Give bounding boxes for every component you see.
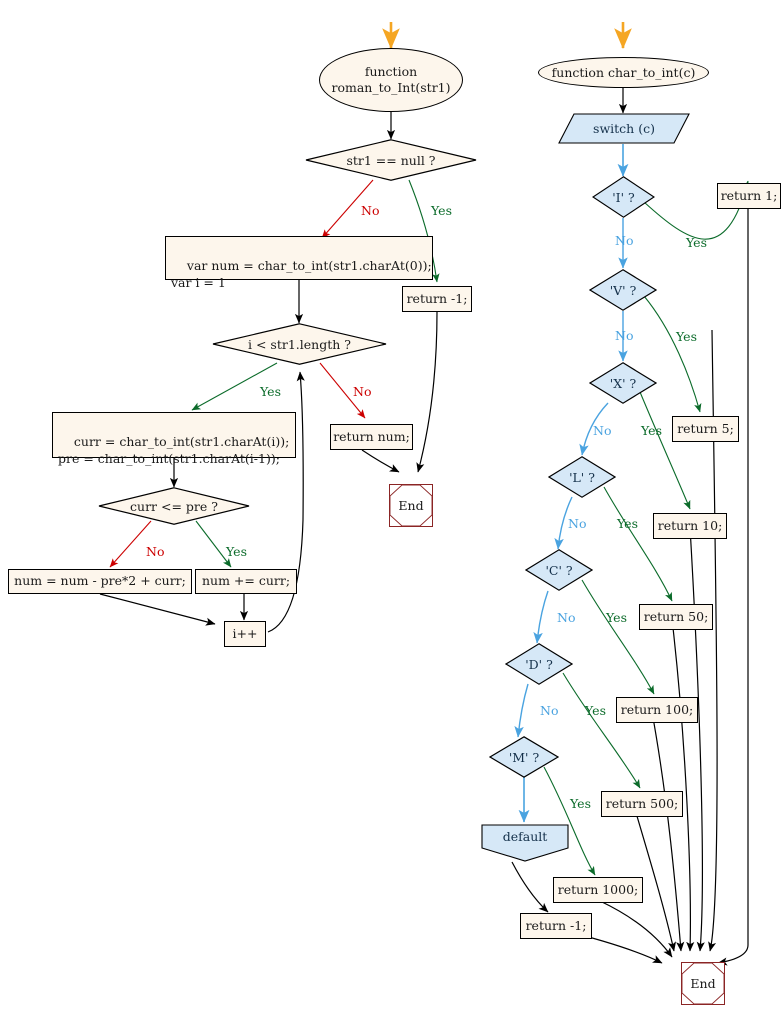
increment-block-label: i++ — [232, 625, 258, 641]
start-node-char-to-int: function char_to_int(c) — [538, 57, 709, 88]
case-diamond-X: 'X' ? — [589, 362, 657, 404]
default-node-label: default — [502, 829, 548, 844]
return-5-label: return 5; — [677, 420, 734, 436]
case-diamond-C: 'C' ? — [525, 549, 593, 591]
edge-label-right-12: Yes — [570, 796, 591, 811]
case-diamond-D-label: 'D' ? — [525, 656, 553, 672]
case-diamond-M-label: 'M' ? — [508, 749, 540, 765]
edge-label-right-11: Yes — [585, 703, 606, 718]
decision-loop-condition: i < str1.length ? — [212, 323, 387, 365]
edge-label-right-4: No — [593, 423, 612, 438]
case-diamond-L: 'L' ? — [548, 456, 616, 498]
edge-label-left-1: Yes — [431, 203, 452, 218]
end-node-right: End — [681, 962, 725, 1005]
return-minus-one-box: return -1; — [402, 286, 472, 312]
decision-curr-le-pre-label: curr <= pre ? — [130, 498, 218, 514]
default-return-label: return -1; — [525, 917, 587, 933]
add-block: num += curr; — [195, 569, 297, 594]
return-10-label: return 10; — [657, 517, 723, 533]
return-minus-one-label: return -1; — [406, 290, 468, 306]
switch-node: switch (c) — [558, 113, 690, 144]
return-num-label: return num; — [333, 428, 410, 444]
switch-node-label: switch (c) — [593, 121, 655, 136]
return-500-label: return 500; — [605, 795, 679, 811]
subtract-block: num = num - pre*2 + curr; — [8, 569, 192, 594]
decision-str1-null: str1 == null ? — [305, 139, 477, 181]
return-50-box: return 50; — [639, 604, 713, 630]
return-1000-box: return 1000; — [553, 877, 643, 903]
start-node-char-to-int-label: function char_to_int(c) — [551, 64, 696, 80]
edge-label-left-4: No — [146, 544, 165, 559]
edge-label-left-3: No — [353, 384, 372, 399]
case-diamond-V: 'V' ? — [589, 269, 657, 311]
flowchart-canvas: function roman_to_Int(str1) str1 == null… — [0, 0, 784, 1017]
edge-label-right-5: Yes — [641, 423, 662, 438]
default-return-box: return -1; — [520, 913, 592, 939]
default-node: default — [481, 824, 569, 862]
edge-label-right-7: Yes — [617, 516, 638, 531]
loop-body-block-label: curr = char_to_int(str1.charAt(i)); pre … — [58, 433, 290, 466]
start-node-roman-to-int-label: function roman_to_Int(str1) — [331, 64, 451, 95]
case-diamond-I: 'I' ? — [592, 176, 655, 218]
return-5-box: return 5; — [672, 416, 739, 442]
edge-label-right-6: No — [568, 516, 587, 531]
edge-label-left-0: No — [361, 203, 380, 218]
case-diamond-D: 'D' ? — [505, 643, 573, 685]
return-50-label: return 50; — [643, 608, 709, 624]
end-node-left-label: End — [398, 498, 424, 513]
edge-label-right-0: No — [615, 233, 634, 248]
return-100-label: return 100; — [620, 701, 694, 717]
edge-label-right-1: Yes — [686, 235, 707, 250]
return-1000-label: return 1000; — [557, 881, 639, 897]
case-diamond-V-label: 'V' ? — [609, 282, 637, 298]
case-diamond-L-label: 'L' ? — [569, 469, 595, 485]
add-block-label: num += curr; — [201, 573, 291, 589]
subtract-block-label: num = num - pre*2 + curr; — [14, 573, 186, 589]
loop-body-block: curr = char_to_int(str1.charAt(i)); pre … — [52, 412, 296, 466]
case-diamond-I-label: 'I' ? — [612, 189, 635, 205]
decision-loop-condition-label: i < str1.length ? — [248, 336, 351, 352]
edge-label-right-10: No — [540, 703, 559, 718]
start-node-roman-to-int: function roman_to_Int(str1) — [319, 48, 463, 112]
edge-label-right-3: Yes — [676, 329, 697, 344]
return-1-box: return 1; — [717, 183, 781, 209]
return-1-label: return 1; — [720, 187, 778, 203]
edge-label-right-8: No — [557, 610, 576, 625]
increment-block: i++ — [224, 621, 266, 647]
decision-str1-null-label: str1 == null ? — [346, 152, 436, 168]
case-diamond-X-label: 'X' ? — [609, 375, 637, 391]
edge-label-right-9: Yes — [606, 610, 627, 625]
case-diamond-M: 'M' ? — [489, 736, 559, 778]
case-diamond-C-label: 'C' ? — [545, 562, 573, 578]
init-block: var num = char_to_int(str1.charAt(0)); v… — [165, 236, 433, 290]
decision-curr-le-pre: curr <= pre ? — [98, 487, 250, 525]
edge-label-left-5: Yes — [226, 544, 247, 559]
edge-label-right-2: No — [615, 328, 634, 343]
end-node-right-label: End — [690, 976, 716, 991]
end-node-left: End — [389, 484, 433, 527]
return-num-box: return num; — [330, 424, 413, 450]
edge-label-left-2: Yes — [260, 384, 281, 399]
return-500-box: return 500; — [601, 791, 683, 817]
return-100-box: return 100; — [616, 697, 698, 723]
return-10-box: return 10; — [653, 513, 727, 539]
